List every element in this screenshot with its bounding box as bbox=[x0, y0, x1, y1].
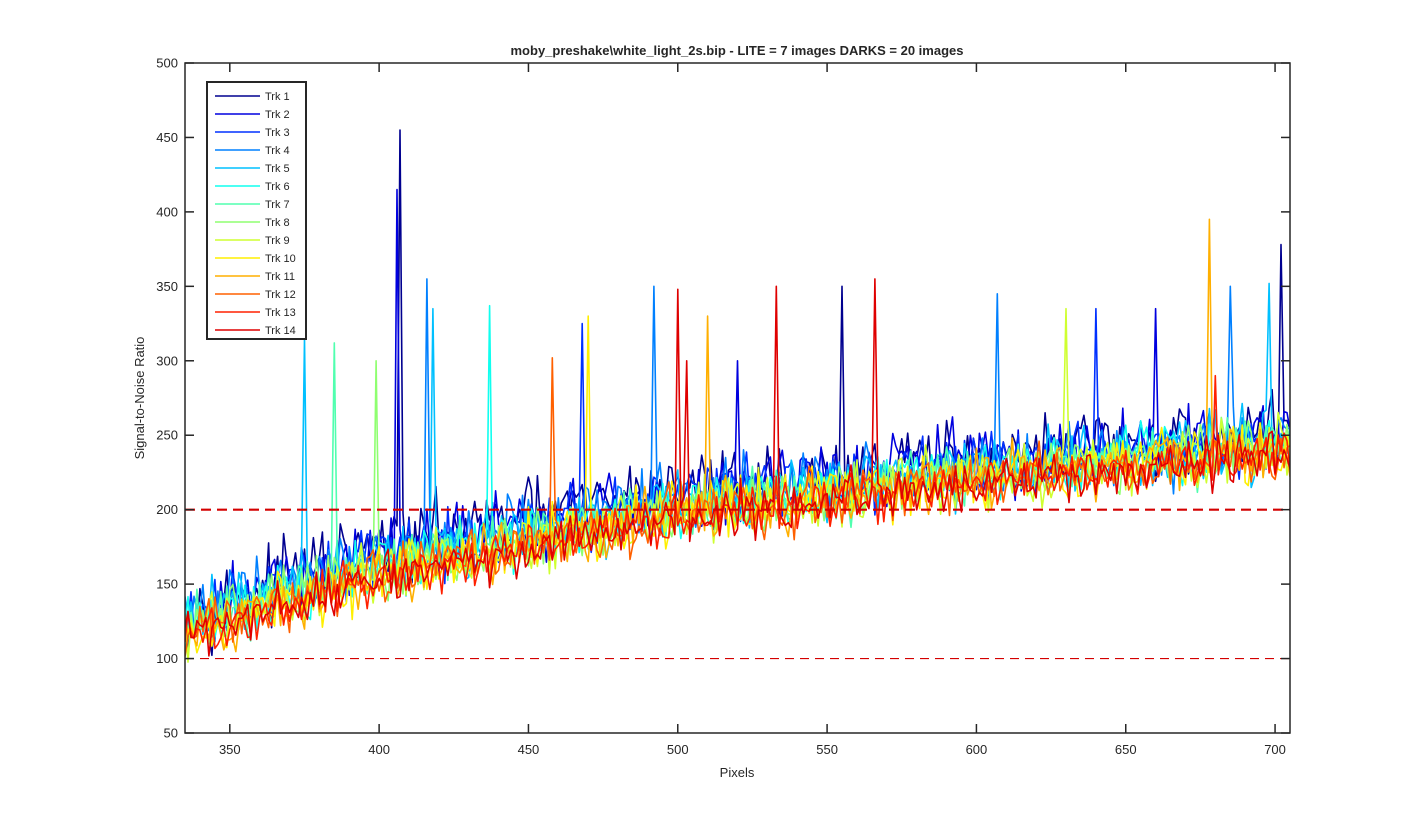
x-tick-label: 650 bbox=[1115, 742, 1137, 757]
legend-label: Trk 13 bbox=[265, 307, 296, 319]
legend-label: Trk 3 bbox=[265, 127, 290, 139]
y-tick-label: 450 bbox=[156, 130, 178, 145]
y-tick-label: 50 bbox=[164, 726, 178, 741]
legend-label: Trk 2 bbox=[265, 109, 290, 121]
legend-label: Trk 5 bbox=[265, 163, 290, 175]
x-tick-label: 500 bbox=[667, 742, 689, 757]
y-tick-label: 300 bbox=[156, 353, 178, 368]
legend-label: Trk 12 bbox=[265, 289, 296, 301]
x-tick-label: 400 bbox=[368, 742, 390, 757]
y-tick-label: 350 bbox=[156, 279, 178, 294]
legend-label: Trk 4 bbox=[265, 145, 290, 157]
y-tick-label: 150 bbox=[156, 577, 178, 592]
x-axis-label: Pixels bbox=[720, 765, 755, 780]
legend-label: Trk 7 bbox=[265, 199, 290, 211]
y-tick-label: 250 bbox=[156, 428, 178, 443]
y-axis-label: Signal-to-Noise Ratio bbox=[132, 337, 147, 460]
y-tick-label: 100 bbox=[156, 651, 178, 666]
legend-label: Trk 1 bbox=[265, 91, 290, 103]
legend-label: Trk 11 bbox=[265, 271, 295, 283]
x-tick-label: 700 bbox=[1264, 742, 1286, 757]
x-tick-label: 550 bbox=[816, 742, 838, 757]
y-tick-label: 400 bbox=[156, 204, 178, 219]
legend-label: Trk 10 bbox=[265, 253, 296, 265]
snr-chart: 350 400 450 500 550 600 650 700 50 100 150 200 250 3… bbox=[132, 43, 1291, 780]
legend-label: Trk 9 bbox=[265, 235, 290, 247]
legend-label: Trk 8 bbox=[265, 217, 290, 229]
chart-title: moby_preshake\white_light_2s.bip - LITE … bbox=[511, 43, 964, 58]
legend-label: Trk 6 bbox=[265, 181, 290, 193]
y-tick-label: 500 bbox=[156, 56, 178, 71]
y-tick-label: 200 bbox=[156, 502, 178, 517]
x-tick-label: 600 bbox=[966, 742, 988, 757]
x-tick-label: 450 bbox=[518, 742, 540, 757]
x-tick-label: 350 bbox=[219, 742, 241, 757]
legend-label: Trk 14 bbox=[265, 325, 296, 337]
legend: Trk 1 Trk 2 Trk 3 Trk 4 Trk 5 Trk 6 Trk 7 Trk 8… bbox=[206, 81, 307, 340]
